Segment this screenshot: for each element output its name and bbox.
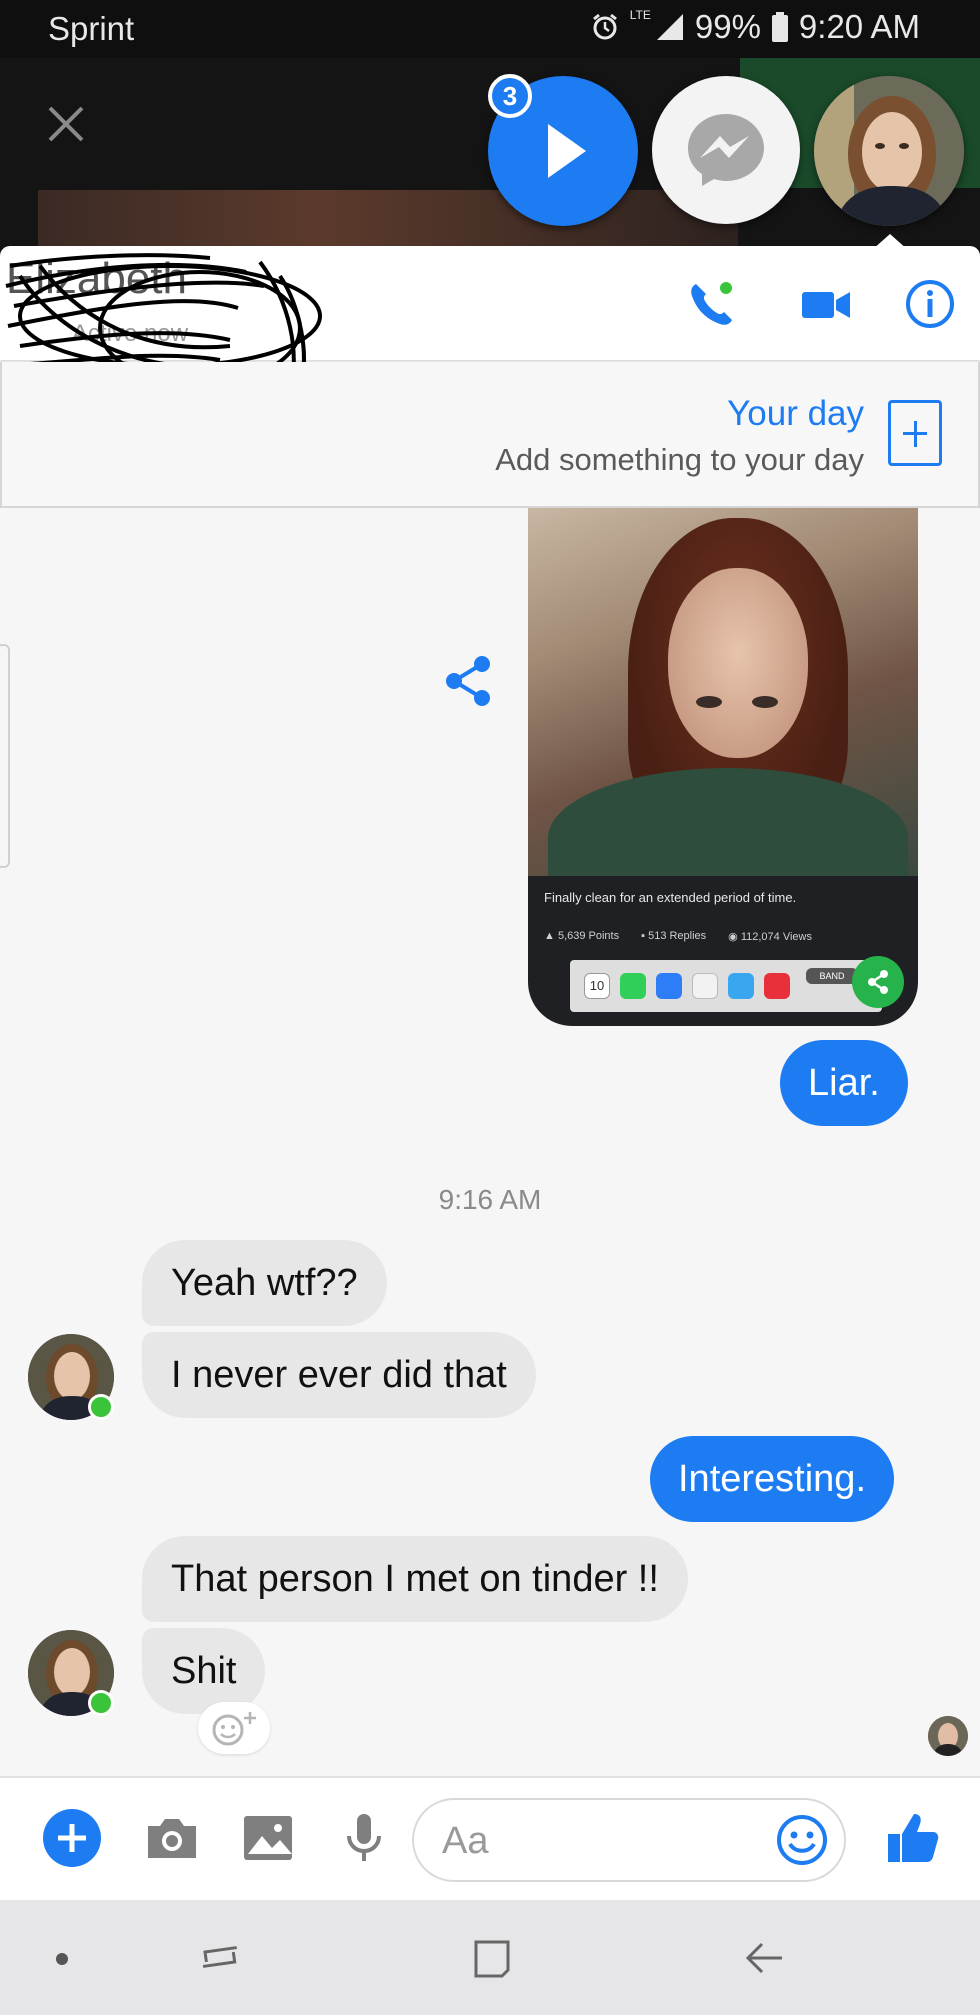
signal-icon [656,14,683,40]
views-count: 112,074 Views [740,931,812,943]
seen-avatar-image [928,1716,968,1756]
clock: 9:20 AM [798,8,920,45]
your-day-banner[interactable]: Your day Add something to your day [0,362,980,508]
close-icon[interactable] [46,104,86,144]
notes-app-icon [692,973,718,999]
unread-badge: 3 [488,74,532,118]
contact-chat-head[interactable] [814,76,964,226]
photo-shirt [548,768,908,876]
carrier-name: Sprint [48,10,135,47]
network-type: LTE [629,8,651,22]
contact-avatar [814,76,964,226]
alarm-icon [592,13,617,40]
phone-icon[interactable] [684,276,740,332]
incoming-message[interactable]: That person I met on tinder !! [142,1536,688,1622]
battery-percent: 99% [694,8,761,45]
clapper-app-icon [728,973,754,999]
upvote-icon: ▲ 5,639 Points [544,930,620,942]
back-icon[interactable] [742,1934,790,1982]
share-icon[interactable] [444,654,494,708]
photo-face [668,568,808,758]
message-composer: Aa [0,1776,980,1900]
post-stats: ▲ 5,639 Points ▪ 513 Replies ◉ 112,074 V… [544,930,812,943]
app-dock: 10 BAND [570,960,882,1012]
mail-app-icon [656,973,682,999]
shared-image-message[interactable]: Finally clean for an extended period of … [528,508,918,1026]
points-count: 5,639 Points [557,930,620,942]
messenger-screen: Sprint LTE 99% 9:20 AM 3 Elizabeth Activ… [0,0,980,2015]
messages-app-icon [620,973,646,999]
message-input[interactable]: Aa [412,1798,846,1882]
add-reaction-button[interactable] [198,1702,270,1754]
outgoing-message[interactable]: Liar. [780,1040,908,1126]
message-timestamp: 9:16 AM [438,1184,542,1215]
status-indicators: LTE 99% 9:20 AM [590,8,920,46]
online-indicator [88,1394,114,1420]
add-icon[interactable] [40,1806,104,1870]
eye-icon: ◉ 112,074 Views [728,931,812,943]
comment-icon: ▪ 513 Replies [641,930,707,942]
online-indicator [88,1690,114,1716]
photo-eye-left [696,696,722,708]
add-story-icon[interactable] [888,400,942,466]
home-icon[interactable] [468,1934,516,1982]
emoji-plus-icon [212,1712,256,1746]
incoming-message[interactable]: Yeah wtf?? [142,1240,387,1326]
side-edge-tab[interactable] [0,644,10,868]
outgoing-message[interactable]: Interesting. [650,1436,894,1522]
thumbs-up-icon[interactable] [880,1806,944,1870]
messenger-chat-head[interactable] [652,76,800,224]
video-icon[interactable] [798,276,854,332]
band-app-icon: BAND [806,968,858,984]
system-navigation-bar [0,1900,980,2015]
recent-apps-icon[interactable] [196,1934,244,1982]
status-bar: Sprint LTE 99% 9:20 AM [0,0,980,58]
your-day-title: Your day [727,394,864,433]
photo-eye-right [752,696,778,708]
incoming-message[interactable]: I never ever did that [142,1332,536,1418]
post-caption: Finally clean for an extended period of … [544,890,797,905]
shared-photo [528,508,918,876]
green-share-button[interactable] [852,956,904,1008]
share-icon-white [868,970,888,994]
seen-indicator-avatar [928,1716,968,1756]
emoji-icon[interactable] [774,1812,830,1868]
calendar-icon: 10 [584,973,610,999]
microphone-icon[interactable] [332,1806,396,1870]
gallery-icon[interactable] [236,1806,300,1870]
nav-dot-indicator [56,1953,68,1965]
play-icon [548,124,586,178]
replies-count: 513 Replies [648,930,707,942]
calendar-app-icon [764,973,790,999]
your-day-subtitle: Add something to your day [495,442,864,477]
messenger-icon [688,114,764,186]
message-input-placeholder: Aa [442,1820,489,1862]
camera-icon[interactable] [140,1806,204,1870]
battery-icon [771,12,788,42]
info-icon[interactable] [902,276,958,332]
